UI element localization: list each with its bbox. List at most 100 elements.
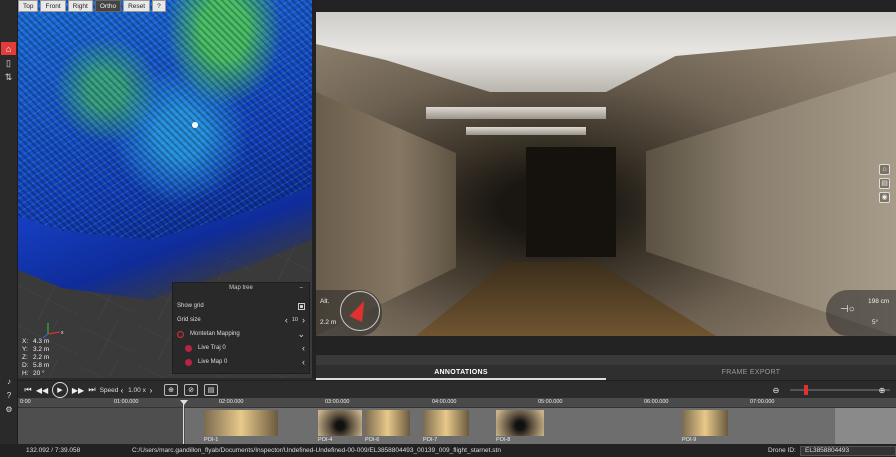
altitude-value: 2.2 m [320,319,337,326]
skip-start-icon[interactable]: ⏮ [22,384,34,396]
bell-icon[interactable]: ♪ [4,377,14,387]
help-icon[interactable]: ? [4,391,14,401]
playhead-handle[interactable] [180,400,188,405]
altitude-label: Alt. [320,298,330,305]
tree-item-root[interactable]: Montetan Mapping ⌄ [177,329,305,339]
speed-label: Speed [99,386,119,394]
tick-label: 05:00.000 [538,399,563,405]
tree-item-label: Montetan Mapping [190,331,240,337]
visibility-icon[interactable] [185,358,192,366]
clipboard-icon[interactable]: ▤ [879,178,890,189]
poi-label: POI-7 [423,437,438,443]
file-path: C:/Users/marc.gandillon_flyab/Documents/… [132,447,501,454]
video-pane: ⌂ ▤ ◉ Alt. 2.2 m ⊣○ 198 cm 5° [316,0,896,355]
coordinate-readout: X: 4.3 m Y: 3.2 m Z: 2.2 m D: 5.8 m H: 20 ° [22,338,50,377]
tick-label: 02:00.000 [219,399,244,405]
time-ruler[interactable]: 0:00 01:00.000 02:00.000 03:00.000 04:00… [18,398,896,408]
reset-button[interactable]: Reset [123,0,151,12]
axis-gizmo-icon: x [42,323,64,339]
tree-item-traj[interactable]: Live Traj 0 ‹ [185,343,305,353]
tick-label: 0:00 [20,399,31,405]
transform-icon[interactable]: ⇅ [1,71,16,84]
document-icon[interactable]: ▯ [1,57,16,70]
skip-end-icon[interactable]: ⏭ [86,384,98,396]
tick-label: 01:00.000 [114,399,139,405]
svg-text:x: x [61,330,64,336]
poi-label: POI-9 [682,437,697,443]
collapse-icon[interactable]: – [300,283,303,293]
chevron-left-icon[interactable]: ‹ [119,384,125,396]
video-frame[interactable]: ⌂ ▤ ◉ Alt. 2.2 m ⊣○ 198 cm 5° [316,12,896,336]
view-right-button[interactable]: Right [67,0,93,12]
time-readout: 132.092 / 7:39.058 [26,447,81,454]
tree-item-map[interactable]: Live Map 0 ‹ [185,357,305,367]
add-measure-button[interactable]: ⊘ [184,384,198,396]
tab-frame-export[interactable]: FRAME EXPORT [606,365,896,380]
zoom-out-icon[interactable]: ⊖ [770,384,782,396]
map-tree-panel: Map tree – Show grid Grid size ‹ 10 › Mo… [172,282,310,374]
show-grid-checkbox[interactable] [298,302,305,310]
lower-left-icons: ♪ ? ⚙ [4,377,14,415]
compass-icon [340,291,380,331]
show-grid-label: Show grid [177,303,204,309]
poi-label: POI-4 [318,437,333,443]
status-bar: 132.092 / 7:39.058 C:/Users/marc.gandill… [0,444,896,457]
view-top-button[interactable]: Top [18,0,39,12]
poi-thumbnail[interactable] [204,410,278,436]
add-note-button[interactable]: ▤ [204,384,218,396]
play-button[interactable]: ▶ [52,382,68,398]
chevron-left-icon[interactable]: ‹ [302,357,305,367]
bottom-tabs: ANNOTATIONS FRAME EXPORT [316,365,896,380]
drone-icon: ⊣○ [840,304,855,315]
chevron-down-icon[interactable]: ⌄ [297,329,305,340]
poi-thumbnail[interactable] [496,410,544,436]
video-tools: ⌂ ▤ ◉ [879,164,890,203]
tick-label: 04:00.000 [432,399,457,405]
zoom-knob[interactable] [804,385,808,395]
timeline-end [835,408,896,444]
timeline[interactable]: 0:00 01:00.000 02:00.000 03:00.000 04:00… [18,398,896,444]
distance-gauge: ⊣○ 198 cm 5° [826,290,896,336]
help-button[interactable]: ? [152,0,166,12]
zoom-slider[interactable] [790,385,890,395]
playhead[interactable] [183,403,184,444]
step-back-icon[interactable]: ◀◀ [36,384,48,396]
chevron-right-icon[interactable]: › [302,315,305,325]
map-tree-title: Map tree [229,285,253,291]
chevron-left-icon[interactable]: ‹ [285,315,288,325]
drone-id-value: EL3858804493 [800,446,896,456]
drone-id-label: Drone ID: [768,447,796,454]
gear-icon[interactable]: ⚙ [4,405,14,415]
tick-label: 07:00.000 [750,399,775,405]
poi-label: POI-6 [365,437,380,443]
zoom-in-icon[interactable]: ⊕ [876,384,888,396]
poi-thumbnail[interactable] [365,410,410,436]
poi-thumbnail[interactable] [423,410,469,436]
poi-thumbnail[interactable] [682,410,728,436]
video-divider [316,355,896,365]
camera-icon[interactable]: ◉ [879,192,890,203]
poi-thumbnail[interactable] [318,410,362,436]
speed-value: 1.00 x [128,386,146,394]
map-tree-header: Map tree – [173,283,309,293]
home-icon[interactable]: ⌂ [1,42,16,55]
chevron-left-icon[interactable]: ‹ [302,343,305,353]
visibility-icon[interactable] [185,344,192,352]
tick-label: 06:00.000 [644,399,669,405]
tab-annotations[interactable]: ANNOTATIONS [316,365,606,380]
poi-label: POI-8 [496,437,511,443]
view-front-button[interactable]: Front [40,0,66,12]
chevron-right-icon[interactable]: › [148,384,154,396]
grid-size-value: 10 [291,317,298,323]
grid-size-label: Grid size [177,317,201,323]
visibility-icon[interactable] [177,330,184,338]
ortho-button[interactable]: Ortho [94,0,122,12]
add-poi-button[interactable]: ⊕ [164,384,178,396]
lock-icon[interactable]: ⌂ [879,164,890,175]
step-forward-icon[interactable]: ▶▶ [72,384,84,396]
show-grid-row: Show grid [177,301,305,311]
playback-bar: ⏮ ◀◀ ▶ ▶▶ ⏭ Speed ‹ 1.00 x › ⊕ ⊘ ▤ ⊖ ⊕ [18,380,896,398]
grid-size-row: Grid size ‹ 10 › [177,315,305,325]
point-cloud [18,0,312,300]
tree-item-label: Live Traj 0 [198,345,226,351]
